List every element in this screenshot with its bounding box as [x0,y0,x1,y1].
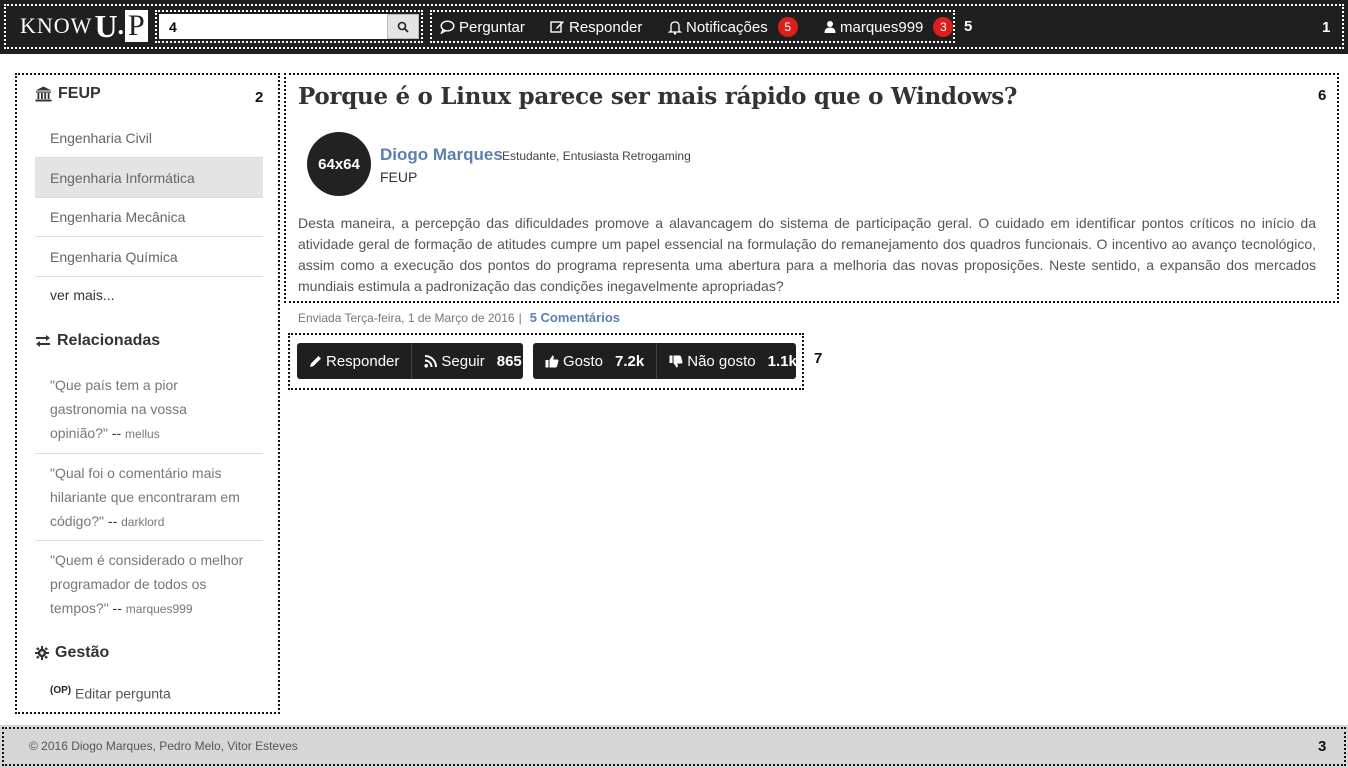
like-label: Gosto [563,352,604,370]
related-item[interactable]: "Quem é considerado o melhor programador… [35,548,263,628]
related-dash: -- [108,600,126,616]
related-line: "Que país tem a pior [50,377,178,393]
edit-question-link[interactable]: (OP) Editar pergunta [50,685,171,702]
related-author: mellus [125,427,160,441]
dislike-button[interactable]: Não gosto 1.1k [656,343,809,379]
actions-region-label: 7 [814,350,823,367]
related-line: código?" [50,513,105,529]
reply-button[interactable]: Responder [297,343,411,379]
question-title: Porque é o Linux parece ser mais rápido … [298,83,1018,110]
author-description: Estudante, Entusiasta Retrogaming [502,149,691,163]
navbar: KNOW U . P Perguntar Responder Notificaç… [0,0,1348,54]
follow-count: 865 [496,352,522,370]
thumbs-up-icon [545,355,559,367]
related-line: opinião?" [50,425,108,441]
question-panel: 6 Porque é o Linux parece ser mais rápid… [284,73,1339,303]
footer-region-label: 3 [1318,738,1327,755]
nav-user-link[interactable]: marques999 3 [824,17,954,37]
pencil-icon [310,355,321,367]
navlinks-region-label: 5 [964,18,973,35]
related-line: programador de todos os [50,576,207,592]
like-button[interactable]: Gosto 7.2k [533,343,656,379]
brand-dot: . [117,11,125,40]
sidebar-region-label: 2 [255,89,264,106]
meta-separator: | [518,311,522,325]
related-line: hilariante que encontraram em [50,489,240,505]
op-tag: (OP) [50,685,72,696]
sidebar-item-quimica[interactable]: Engenharia Química [35,237,263,277]
author-organization: FEUP [380,169,418,185]
related-dash: -- [104,513,122,529]
comment-icon [440,20,455,34]
dislike-count: 1.1k [767,352,797,370]
related-author: darklord [121,515,165,529]
notifications-badge: 5 [777,17,798,37]
sidebar-item-civil[interactable]: Engenharia Civil [35,118,263,158]
sidebar: 2 FEUP Engenharia Civil Engenharia Infor… [15,73,280,714]
avatar[interactable]: 64x64 [307,132,371,196]
brand-know: KNOW [20,13,93,38]
exchange-icon [36,335,50,347]
sidebar-section-title: FEUP [35,85,101,103]
thumbs-down-icon [669,355,683,367]
author-name-link[interactable]: Diogo Marques [380,145,503,165]
manage-section-title: Gestão [35,644,109,662]
nav-notifications-link[interactable]: Notificações 5 [668,17,798,37]
related-section-title-label: Relacionadas [57,332,161,349]
sidebar-section-title-label: FEUP [58,85,101,102]
sidebar-item-label: Engenharia Química [50,248,178,265]
search-button[interactable] [387,14,419,39]
question-meta: Enviada Terça-feira, 1 de Março de 2016 |… [298,310,620,325]
footer: © 2016 Diogo Marques, Pedro Melo, Vitor … [0,725,1348,768]
related-item[interactable]: "Qual foi o comentário mais hilariante q… [35,461,263,541]
navbar-region-label: 1 [1322,19,1331,36]
sidebar-item-mecanica[interactable]: Engenharia Mecânica [35,198,263,237]
cog-icon [35,646,49,660]
brand-p: P [125,10,148,42]
vote-group: Gosto 7.2k Não gosto 1.1k [533,343,797,379]
like-count: 7.2k [615,352,645,370]
edit-icon [550,21,564,33]
follow-label: Seguir [441,352,485,370]
manage-section-title-label: Gestão [55,644,110,661]
related-line: tempos?" [50,600,109,616]
nav-ask-link[interactable]: Perguntar [440,17,525,37]
sidebar-item-label: Engenharia Informática [50,169,195,186]
related-line: gastronomia na vossa [50,401,187,417]
nav-answer-label: Responder [569,18,643,36]
nav-ask-label: Perguntar [459,18,525,36]
brand-logo[interactable]: KNOW U . P [20,8,148,44]
related-line: "Quem é considerado o melhor [50,552,244,568]
footer-copyright: © 2016 Diogo Marques, Pedro Melo, Vitor … [29,739,298,753]
user-badge: 3 [933,17,954,37]
question-date: Enviada Terça-feira, 1 de Março de 2016 [298,311,515,325]
follow-button[interactable]: Seguir 865 [411,343,533,379]
brand-u: U [94,7,118,44]
nav-notifications-label: Notificações [686,18,768,36]
related-item[interactable]: "Que país tem a pior gastronomia na voss… [35,373,263,454]
nav-user-label: marques999 [840,18,924,36]
dislike-label: Não gosto [687,352,756,370]
sidebar-item-label: Engenharia Mecânica [50,209,186,225]
search-icon [397,21,409,33]
user-icon [824,21,836,33]
reply-follow-group: Responder Seguir 865 [297,343,523,379]
edit-question-label: Editar pergunta [75,685,171,702]
rss-icon [424,354,438,368]
related-author: marques999 [125,602,193,616]
sidebar-item-label: Engenharia Civil [50,129,152,146]
sidebar-item-informatica[interactable]: Engenharia Informática [35,158,263,198]
sidebar-more-link[interactable]: ver mais... [50,287,115,303]
related-line: "Qual foi o comentário mais [50,465,222,481]
institution-icon [35,86,52,102]
search-input[interactable] [159,14,387,39]
related-section-title: Relacionadas [35,332,160,350]
comments-link[interactable]: 5 Comentários [530,310,620,325]
question-region-label: 6 [1318,87,1327,104]
bell-icon [668,20,682,35]
question-body: Desta maneira, a percepção das dificulda… [298,215,1316,294]
nav-answer-link[interactable]: Responder [550,17,642,37]
reply-label: Responder [326,352,400,370]
related-dash: -- [107,425,126,441]
